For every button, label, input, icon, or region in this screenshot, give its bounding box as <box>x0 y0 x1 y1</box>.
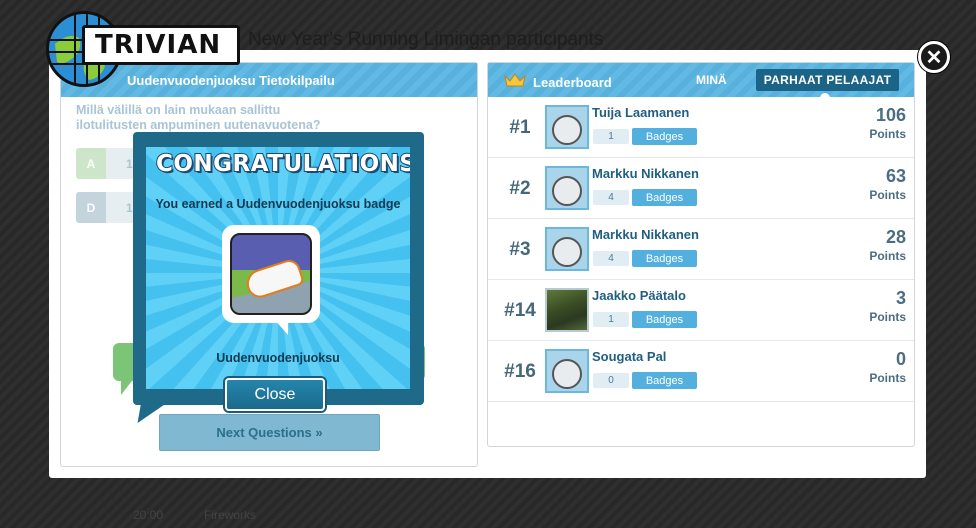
player-name[interactable]: Markku Nikkanen <box>592 166 699 181</box>
page-heading: New Year's Running Limingan participants <box>248 29 604 50</box>
badge-count: 4 <box>593 251 629 266</box>
rank-label: #1 <box>509 117 531 138</box>
leaderboard-panel: Leaderboard MINÄ PARHAAT PELAAJAT #1 Tui… <box>487 62 915 447</box>
points-label: Points <box>869 371 906 385</box>
earned-message: You earned a Uudenvuodenjuoksu badge <box>155 197 401 211</box>
points-label: Points <box>869 188 906 202</box>
footer-label: Fireworks <box>204 508 257 522</box>
close-button[interactable]: Close <box>225 378 325 411</box>
next-questions-button[interactable]: Next Questions » <box>159 414 380 451</box>
player-points: 63 <box>885 166 906 186</box>
popup-sunburst: CONGRATULATIONS! You earned a Uudenvuode… <box>146 147 410 389</box>
rank-label: #14 <box>504 300 536 321</box>
tab-parhaat-pelaajat[interactable]: PARHAAT PELAAJAT <box>756 69 899 91</box>
badge-frame <box>222 225 320 323</box>
badge-count: 0 <box>593 373 629 388</box>
close-modal-icon[interactable]: ✕ <box>918 41 950 73</box>
running-shoe-badge-icon <box>230 233 312 315</box>
leaderboard-title: Leaderboard <box>533 75 612 90</box>
answer-value: 1 <box>126 200 133 215</box>
player-name[interactable]: Jaakko Päätalo <box>592 288 686 303</box>
avatar[interactable] <box>545 227 589 271</box>
badge-count: 1 <box>593 129 629 144</box>
congratulations-title: CONGRATULATIONS! <box>155 150 410 178</box>
tab-mina[interactable]: MINÄ <box>696 73 727 87</box>
badges-button[interactable]: Badges <box>632 250 697 267</box>
rank-label: #16 <box>504 361 536 382</box>
points-label: Points <box>869 249 906 263</box>
badge-count: 1 <box>593 312 629 327</box>
player-points: 28 <box>885 227 906 247</box>
answer-letter: A <box>76 148 106 179</box>
footer-time: 20:00 <box>133 508 164 522</box>
badges-button[interactable]: Badges <box>632 372 697 389</box>
leaderboard-row: #2 Markku Nikkanen 4 Badges 63 Points <box>488 158 914 219</box>
logo-text: TRIVIAN <box>95 30 222 60</box>
points-label: Points <box>869 310 906 324</box>
player-points: 3 <box>895 288 906 308</box>
avatar[interactable] <box>545 288 589 332</box>
player-points: 0 <box>895 349 906 369</box>
avatar[interactable] <box>545 349 589 393</box>
leaderboard-row: #1 Tuija Laamanen 1 Badges 106 Points <box>488 97 914 158</box>
rank-label: #2 <box>509 178 531 199</box>
answer-value: 1 <box>126 156 133 171</box>
points-label: Points <box>869 127 906 141</box>
default-avatar-icon <box>552 176 582 206</box>
player-name[interactable]: Markku Nikkanen <box>592 227 699 242</box>
trivian-logo: TRIVIAN <box>46 11 246 87</box>
rank-label: #3 <box>509 239 531 260</box>
leaderboard-row: #14 Jaakko Päätalo 1 Badges 3 Points <box>488 280 914 341</box>
leaderboard-header: Leaderboard MINÄ PARHAAT PELAAJAT <box>488 63 914 99</box>
user-photo <box>547 290 587 330</box>
player-name[interactable]: Tuija Laamanen <box>592 105 689 120</box>
badge-earned-popup: CONGRATULATIONS! You earned a Uudenvuode… <box>133 132 424 411</box>
crown-icon <box>504 73 526 87</box>
badges-button[interactable]: Badges <box>632 311 697 328</box>
default-avatar-icon <box>552 237 582 267</box>
badge-frame-tail <box>274 319 288 335</box>
question-text: Millä välillä on lain mukaan sallittu il… <box>76 103 321 132</box>
avatar[interactable] <box>545 105 589 149</box>
badge-count: 4 <box>593 190 629 205</box>
badge-name: Uudenvuodenjuoksu <box>216 351 340 365</box>
default-avatar-icon <box>552 115 582 145</box>
logo-text-box: TRIVIAN <box>82 25 240 65</box>
answer-letter: D <box>76 192 106 223</box>
avatar[interactable] <box>545 166 589 210</box>
player-name[interactable]: Sougata Pal <box>592 349 666 364</box>
leaderboard-row: #3 Markku Nikkanen 4 Badges 28 Points <box>488 219 914 280</box>
badges-button[interactable]: Badges <box>632 128 697 145</box>
default-avatar-icon <box>552 359 582 389</box>
leaderboard-row: #16 Sougata Pal 0 Badges 0 Points <box>488 341 914 402</box>
badges-button[interactable]: Badges <box>632 189 697 206</box>
player-points: 106 <box>875 105 906 125</box>
